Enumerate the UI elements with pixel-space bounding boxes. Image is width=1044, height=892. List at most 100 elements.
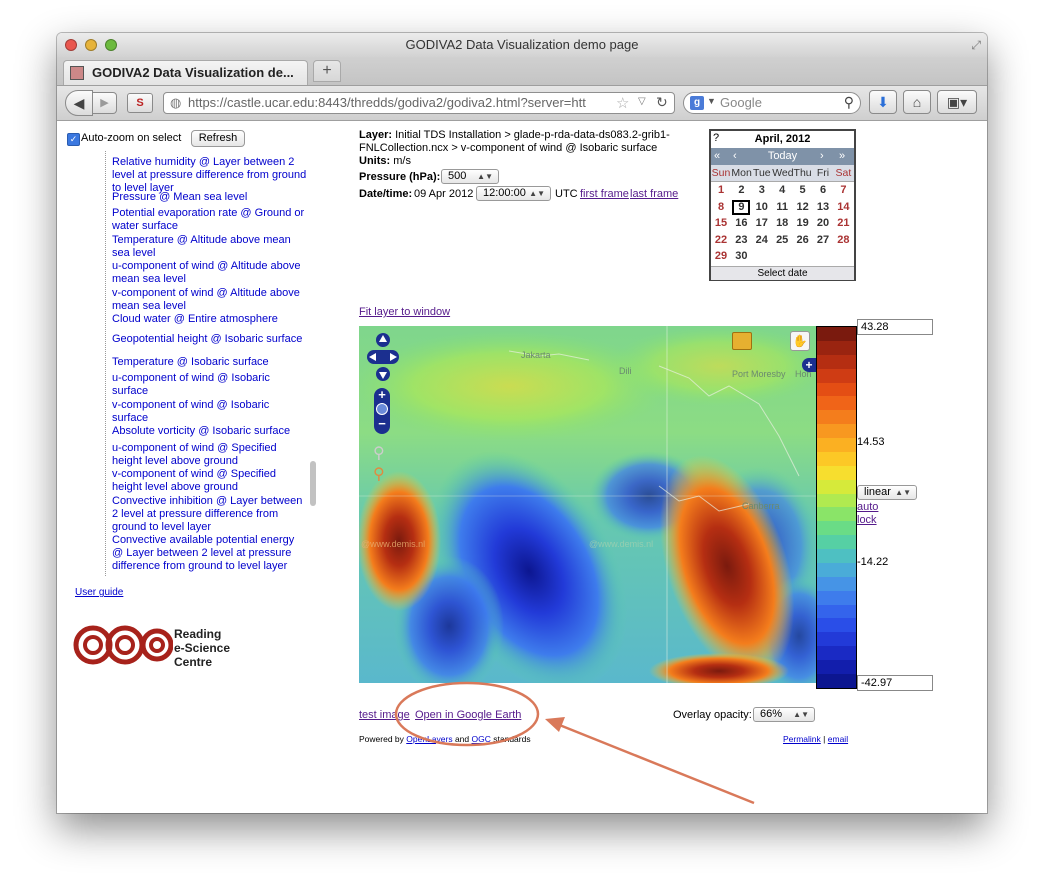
pressure-select[interactable]: 500 ▲▼	[441, 169, 499, 184]
variable-tree-item[interactable]: Temperature @ Isobaric surface	[112, 356, 307, 369]
url-dropdown-icon[interactable]: ▽	[638, 96, 646, 107]
forward-button[interactable]: ▶	[93, 92, 117, 114]
user-guide-link[interactable]: User guide	[75, 587, 123, 598]
calendar-day[interactable]: 19	[794, 216, 812, 231]
search-bar[interactable]: g ▼ Google ⚲	[683, 92, 861, 114]
variable-tree-item[interactable]: Pressure @ Mean sea level	[112, 191, 307, 204]
fullscreen-icon[interactable]: ⤢	[971, 38, 981, 52]
calendar-day[interactable]: 22	[712, 233, 730, 248]
calendar-day[interactable]: 28	[834, 233, 852, 248]
calendar-day[interactable]: 23	[732, 233, 750, 248]
openlayers-link[interactable]: OpenLayers	[406, 734, 452, 744]
variable-tree-item[interactable]: u-component of wind @ Isobaric surface	[112, 372, 307, 398]
variable-tree-item[interactable]: Absolute vorticity @ Isobaric surface	[112, 425, 307, 438]
zoombox-out-icon[interactable]: ⚲	[373, 464, 385, 484]
scale-type-select[interactable]: linear ▲▼	[857, 485, 917, 500]
calendar-day[interactable]: 25	[773, 233, 791, 248]
variable-tree-item[interactable]: v-component of wind @ Specified height l…	[112, 468, 307, 494]
ogc-link[interactable]: OGC	[472, 734, 491, 744]
first-frame-link[interactable]: first frame	[580, 188, 629, 200]
zoom-window-button[interactable]	[105, 39, 117, 51]
calendar-day[interactable]: 18	[773, 216, 791, 231]
zoombox-icon[interactable]: ⚲	[373, 443, 385, 463]
variable-tree-item[interactable]: v-component of wind @ Altitude above mea…	[112, 287, 307, 313]
draw-box-tool-icon[interactable]	[732, 332, 752, 350]
variable-tree-item[interactable]: Cloud water @ Entire atmosphere	[112, 313, 307, 326]
calendar-day[interactable]: 4	[773, 183, 791, 198]
calendar-day[interactable]: 10	[753, 200, 771, 215]
scale-min-input[interactable]: -42.97	[857, 675, 933, 691]
calendar-day[interactable]: 2	[732, 183, 750, 198]
auto-scale-link[interactable]: auto	[857, 501, 878, 513]
zoom-control[interactable]: + −	[374, 387, 390, 434]
site-identity-button[interactable]: S	[127, 93, 153, 113]
calendar-day[interactable]: 16	[732, 216, 750, 231]
calendar-day[interactable]: 12	[794, 200, 812, 215]
calendar-day[interactable]: 21	[834, 216, 852, 231]
calendar-day[interactable]: 7	[834, 183, 852, 198]
variable-tree-item[interactable]: Convective available potential energy @ …	[112, 534, 307, 573]
search-icon[interactable]: ⚲	[844, 94, 854, 111]
new-tab-button[interactable]: +	[313, 60, 341, 82]
calendar-day[interactable]: 26	[794, 233, 812, 248]
next-month-button[interactable]: ›	[820, 150, 824, 162]
variable-tree-item[interactable]: Convective inhibition @ Layer between 2 …	[112, 495, 307, 534]
pan-control[interactable]	[367, 332, 399, 382]
search-engine-dropdown-icon[interactable]: ▼	[707, 96, 716, 106]
minimize-window-button[interactable]	[85, 39, 97, 51]
google-search-engine-icon[interactable]: g	[690, 96, 704, 110]
last-frame-link[interactable]: last frame	[630, 188, 678, 200]
today-button[interactable]: Today	[711, 150, 854, 162]
calendar-day[interactable]: 15	[712, 216, 730, 231]
zoom-out-icon[interactable]: −	[374, 416, 390, 431]
variable-tree-item[interactable]: u-component of wind @ Altitude above mea…	[112, 260, 307, 286]
calendar-day[interactable]: 9	[732, 199, 751, 215]
url-bar[interactable]: ◍ https://castle.ucar.edu:8443/thredds/g…	[163, 92, 675, 114]
open-google-earth-link[interactable]: Open in Google Earth	[415, 709, 521, 721]
variable-tree-item[interactable]: Potential evaporation rate @ Ground or w…	[112, 207, 307, 233]
email-link[interactable]: email	[828, 734, 848, 744]
tree-scrollbar-thumb[interactable]	[310, 461, 316, 506]
close-window-button[interactable]	[65, 39, 77, 51]
calendar-day[interactable]: 8	[712, 200, 730, 215]
scale-max-input[interactable]: 43.28	[857, 319, 933, 335]
url-text[interactable]: https://castle.ucar.edu:8443/thredds/god…	[188, 95, 612, 110]
calendar-day[interactable]: 14	[834, 200, 852, 215]
variable-tree-item[interactable]: Temperature @ Altitude above mean sea le…	[112, 234, 307, 260]
calendar-day[interactable]: 24	[753, 233, 771, 248]
time-select[interactable]: 12:00:00 ▲▼	[476, 186, 551, 201]
bookmarks-menu-button[interactable]: ▣▾	[937, 90, 977, 114]
calendar-day[interactable]: 13	[814, 200, 832, 215]
calendar-day[interactable]: 5	[794, 183, 812, 198]
variable-tree-item[interactable]: u-component of wind @ Specified height l…	[112, 442, 307, 468]
permalink-link[interactable]: Permalink	[783, 734, 821, 744]
calendar-day[interactable]: 11	[773, 200, 791, 215]
calendar-day[interactable]: 20	[814, 216, 832, 231]
bookmark-star-icon[interactable]: ☆	[616, 94, 629, 112]
tab-godiva[interactable]: GODIVA2 Data Visualization de...	[63, 60, 308, 85]
calendar-day[interactable]: 17	[753, 216, 771, 231]
home-button[interactable]: ⌂	[903, 90, 931, 114]
back-button[interactable]: ◀	[65, 90, 93, 116]
calendar-day[interactable]: 27	[814, 233, 832, 248]
calendar-day[interactable]: 6	[814, 183, 832, 198]
calendar-day[interactable]: 3	[753, 183, 771, 198]
lock-scale-link[interactable]: lock	[857, 514, 877, 526]
tree-scrollbar[interactable]	[309, 153, 317, 578]
variable-tree-item[interactable]: Relative humidity @ Layer between 2 leve…	[112, 156, 307, 195]
variable-tree-item[interactable]: v-component of wind @ Isobaric surface	[112, 399, 307, 425]
calendar-day[interactable]: 30	[732, 249, 750, 264]
overlay-opacity-select[interactable]: 66% ▲▼	[753, 707, 815, 722]
reload-icon[interactable]: ↻	[656, 94, 668, 111]
map-view[interactable]: Jakarta Dili Port Moresby Hon Canberra @…	[359, 326, 816, 683]
calendar-day[interactable]: 29	[712, 249, 730, 264]
pan-hand-tool-icon[interactable]: ✋	[790, 331, 810, 351]
next-year-button[interactable]: »	[839, 150, 845, 162]
downloads-button[interactable]: ⬇	[869, 90, 897, 114]
variable-tree-item[interactable]: Geopotential height @ Isobaric surface	[112, 333, 307, 346]
calendar-day[interactable]: 1	[712, 183, 730, 198]
search-input[interactable]: Google	[720, 95, 762, 110]
layer-switcher-icon[interactable]: +	[802, 358, 816, 372]
fit-layer-link[interactable]: Fit layer to window	[359, 306, 450, 318]
test-image-link[interactable]: test image	[359, 709, 410, 721]
